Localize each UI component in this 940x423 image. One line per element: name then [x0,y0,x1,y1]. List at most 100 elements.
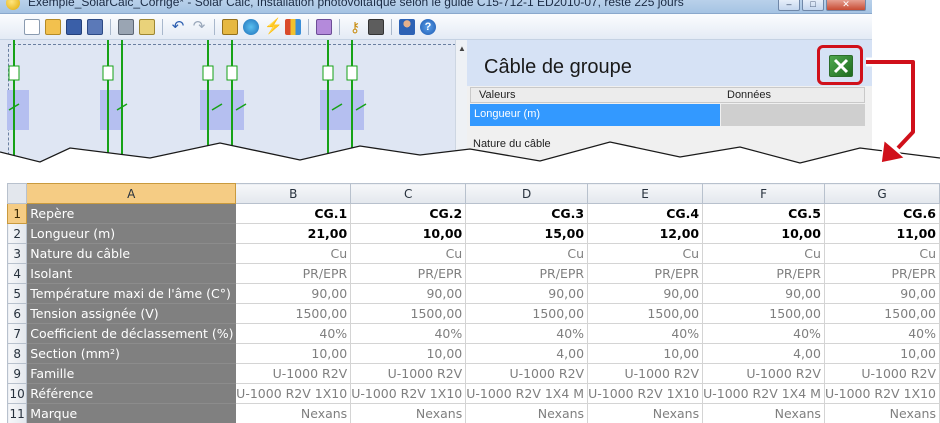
value-cell[interactable]: PR/EPR [465,263,589,284]
value-cell[interactable]: U-1000 R2V [824,363,940,384]
column-header-e[interactable]: E [587,183,704,204]
row-label-cell[interactable]: Repère [26,203,237,224]
value-cell[interactable]: CG.5 [702,203,825,224]
value-cell[interactable]: Cu [235,243,352,264]
value-cell[interactable]: 90,00 [587,283,704,304]
value-cell[interactable]: 4,00 [465,343,589,364]
value-cell[interactable]: U-1000 R2V 1X10 [235,383,352,404]
row-header[interactable]: 4 [7,263,28,284]
value-cell[interactable]: CG.3 [465,203,589,224]
value-cell[interactable]: 90,00 [702,283,825,304]
value-cell[interactable]: PR/EPR [587,263,704,284]
row-label-cell[interactable]: Tension assignée (V) [26,303,237,324]
row-header[interactable]: 11 [7,403,28,423]
value-cell[interactable]: PR/EPR [350,263,467,284]
value-cell[interactable]: Cu [824,243,940,264]
value-cell[interactable]: 1500,00 [465,303,589,324]
value-cell[interactable]: 10,00 [587,343,704,364]
value-cell[interactable]: U-1000 R2V [350,363,467,384]
value-cell[interactable]: Cu [350,243,467,264]
value-cell[interactable]: PR/EPR [824,263,940,284]
value-cell[interactable]: 4,00 [702,343,825,364]
value-cell[interactable]: Nexans [587,403,704,423]
value-cell[interactable]: 1500,00 [350,303,467,324]
value-cell[interactable]: 90,00 [350,283,467,304]
value-cell[interactable]: PR/EPR [702,263,825,284]
value-cell[interactable]: Cu [702,243,825,264]
value-cell[interactable]: PR/EPR [235,263,352,284]
value-cell[interactable]: U-1000 R2V [465,363,589,384]
value-cell[interactable]: 40% [824,323,940,344]
value-cell[interactable]: Nexans [702,403,825,423]
value-cell[interactable]: 15,00 [465,223,589,244]
value-cell[interactable]: Nexans [235,403,352,423]
value-cell[interactable]: U-1000 R2V 1X10 [824,383,940,404]
column-header-b[interactable]: B [235,183,352,204]
row-header[interactable]: 5 [7,283,28,304]
row-label-cell[interactable]: Référence [26,383,237,404]
value-cell[interactable]: Nexans [824,403,940,423]
row-header[interactable]: 1 [7,203,28,224]
value-cell[interactable]: U-1000 R2V [235,363,352,384]
value-cell[interactable]: U-1000 R2V 1X4 M [465,383,589,404]
row-header[interactable]: 8 [7,343,28,364]
value-cell[interactable]: 1500,00 [824,303,940,324]
value-cell[interactable]: 1500,00 [587,303,704,324]
spreadsheet-body: 1 Repère CG.1 CG.2 CG.3 CG.4 CG.5 CG.6 2 Longueur… [7,203,940,423]
column-header-g[interactable]: G [823,183,940,204]
table-row: 10 Référence U-1000 R2V 1X10 U-1000 R2V 1X1… [7,383,940,404]
value-cell[interactable]: 10,00 [350,343,467,364]
value-cell[interactable]: 1500,00 [702,303,825,324]
value-cell[interactable]: CG.6 [824,203,940,224]
row-header[interactable]: 7 [7,323,28,344]
row-label-cell[interactable]: Marque [26,403,237,423]
row-label-cell[interactable]: Coefficient de déclassement (%) [26,323,237,344]
row-label-cell[interactable]: Famille [26,363,237,384]
value-cell[interactable]: 40% [235,323,352,344]
value-cell[interactable]: 12,00 [587,223,704,244]
value-cell[interactable]: 40% [350,323,467,344]
value-cell[interactable]: 40% [465,323,589,344]
value-cell[interactable]: Nexans [465,403,589,423]
value-cell[interactable]: 21,00 [235,223,352,244]
column-header-a[interactable]: A [26,183,237,204]
value-cell[interactable]: U-1000 R2V 1X4 M [702,383,825,404]
value-cell[interactable]: 10,00 [235,343,352,364]
value-cell[interactable]: 10,00 [350,223,467,244]
select-all-corner[interactable] [7,183,28,204]
value-cell[interactable]: 1500,00 [235,303,352,324]
value-cell[interactable]: 40% [587,323,704,344]
column-header-c[interactable]: C [350,183,467,204]
value-cell[interactable]: U-1000 R2V 1X10 [587,383,704,404]
value-cell[interactable]: Nexans [350,403,467,423]
row-label-cell[interactable]: Isolant [26,263,237,284]
value-cell[interactable]: CG.4 [587,203,704,224]
value-cell[interactable]: 11,00 [824,223,940,244]
value-cell[interactable]: 10,00 [824,343,940,364]
row-header[interactable]: 6 [7,303,28,324]
value-cell[interactable]: 10,00 [702,223,825,244]
row-label-cell[interactable]: Nature du câble [26,243,237,264]
value-cell[interactable]: 40% [702,323,825,344]
value-cell[interactable]: 90,00 [235,283,352,304]
row-label-cell[interactable]: Température maxi de l'âme (C°) [26,283,237,304]
row-header[interactable]: 9 [7,363,28,384]
value-cell[interactable]: CG.2 [350,203,467,224]
value-cell[interactable]: 90,00 [465,283,589,304]
value-cell[interactable]: Cu [587,243,704,264]
row-header[interactable]: 2 [7,223,28,244]
value-cell[interactable]: U-1000 R2V [702,363,825,384]
column-header-d[interactable]: D [465,183,589,204]
row-label-cell[interactable]: Section (mm²) [26,343,237,364]
value-cell[interactable]: CG.1 [235,203,352,224]
value-cell[interactable]: U-1000 R2V [587,363,704,384]
table-row: 6 Tension assignée (V) 1500,00 1500,00 1500,… [7,303,940,324]
value-cell[interactable]: 90,00 [824,283,940,304]
row-label-cell[interactable]: Longueur (m) [26,223,237,244]
value-cell[interactable]: U-1000 R2V 1X10 [350,383,467,404]
table-row: 8 Section (mm²) 10,00 10,00 4,00 10,00 4,00 10,… [7,343,940,364]
column-header-f[interactable]: F [702,183,825,204]
row-header[interactable]: 3 [7,243,28,264]
value-cell[interactable]: Cu [465,243,589,264]
row-header[interactable]: 10 [7,383,28,404]
